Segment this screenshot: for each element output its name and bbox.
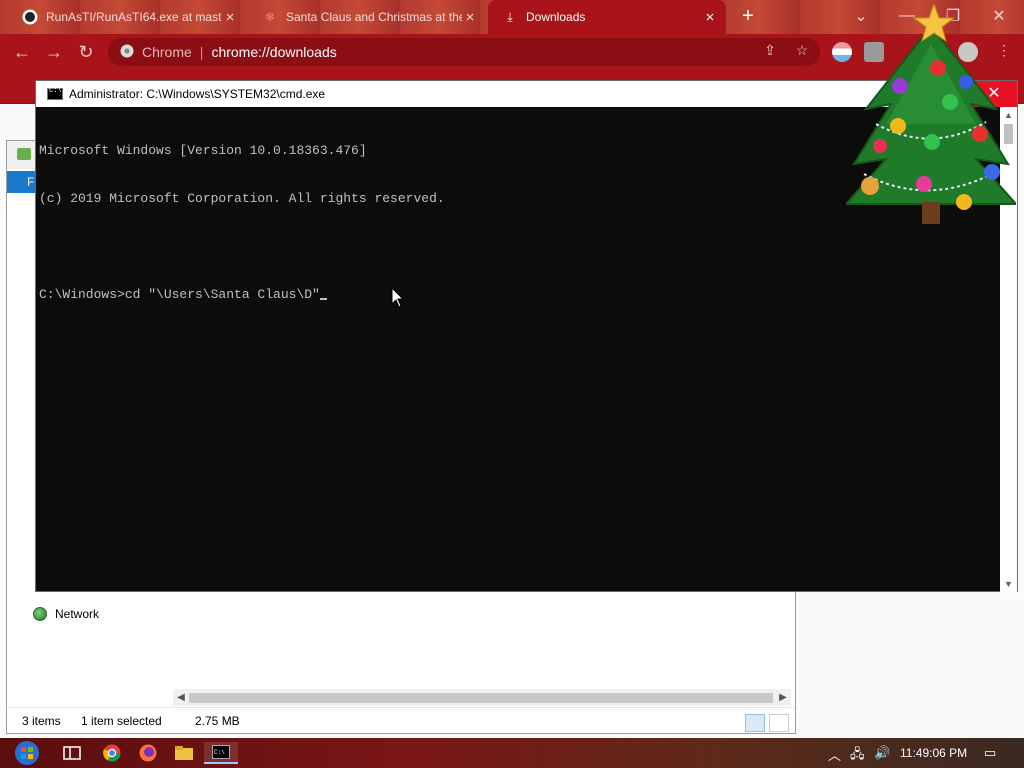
firefox-icon[interactable] xyxy=(136,742,160,764)
taskbar: C:\ ︿ 🖧 🔊 11:49:06 PM ▭ xyxy=(0,738,1024,768)
scroll-down-icon[interactable]: ▼ xyxy=(1000,576,1017,593)
horizontal-scrollbar[interactable]: ◀ ▶ xyxy=(173,689,791,706)
svg-text:C:\: C:\ xyxy=(214,749,225,756)
console-command: C:\Windows>cd "\Users\Santa Claus\D" xyxy=(39,287,320,302)
selection-count: 1 item selected xyxy=(81,714,162,728)
tab-runasti[interactable]: RunAsTI/RunAsTI64.exe at maste × xyxy=(8,0,246,34)
cmd-title: Administrator: C:\Windows\SYSTEM32\cmd.e… xyxy=(69,87,326,101)
close-tab-icon[interactable]: × xyxy=(222,9,238,26)
large-icons-view-icon[interactable] xyxy=(769,714,789,732)
tab-title: Downloads xyxy=(526,10,586,24)
github-icon xyxy=(22,9,38,25)
console-prompt-line[interactable]: C:\Windows>cd "\Users\Santa Claus\D" xyxy=(39,287,999,303)
scroll-right-icon[interactable]: ▶ xyxy=(775,689,791,706)
separator: | xyxy=(199,44,204,60)
christmas-tree-decoration xyxy=(846,4,1016,224)
new-tab-button[interactable]: + xyxy=(738,6,758,28)
forward-icon[interactable]: → xyxy=(42,40,66,64)
status-bar: 3 items 1 item selected 2.75 MB xyxy=(7,707,795,733)
system-clock[interactable]: 11:49:06 PM xyxy=(900,746,967,760)
nav-item-label: Network xyxy=(55,607,100,621)
share-icon[interactable]: ⇪ xyxy=(760,40,780,60)
reload-icon[interactable]: ↻ xyxy=(74,40,98,64)
explorer-icon xyxy=(17,148,31,160)
start-orb-icon[interactable] xyxy=(12,741,42,765)
details-view-icon[interactable] xyxy=(745,714,765,732)
file-explorer-icon[interactable] xyxy=(172,742,196,764)
network-icon xyxy=(33,607,47,621)
scroll-left-icon[interactable]: ◀ xyxy=(173,689,189,706)
selection-size: 2.75 MB xyxy=(195,714,240,728)
download-icon: ⤓ xyxy=(507,9,513,24)
cmd-icon xyxy=(47,87,63,100)
task-view-icon[interactable] xyxy=(60,742,84,764)
tab-title: Santa Claus and Christmas at the xyxy=(286,10,462,24)
back-icon[interactable]: ← xyxy=(10,40,34,64)
mouse-pointer-icon xyxy=(391,287,405,308)
text-cursor xyxy=(319,298,327,300)
chrome-icon xyxy=(120,44,134,61)
volume-icon[interactable]: 🔊 xyxy=(874,745,890,761)
bookmark-star-icon[interactable]: ☆ xyxy=(792,40,812,60)
close-tab-icon[interactable]: × xyxy=(462,9,478,26)
snowflake-icon: ❄ xyxy=(264,10,276,24)
site-label: Chrome xyxy=(142,44,192,60)
network-tray-icon[interactable]: 🖧 xyxy=(850,745,865,767)
chrome-taskbar-icon[interactable] xyxy=(100,742,124,764)
cmd-taskbar-icon[interactable]: C:\ xyxy=(204,742,238,764)
action-center-icon[interactable]: ▭ xyxy=(984,745,996,761)
url-text: chrome://downloads xyxy=(211,44,337,60)
item-count: 3 items xyxy=(22,714,61,728)
tab-title: RunAsTI/RunAsTI64.exe at maste xyxy=(46,10,222,24)
tab-downloads[interactable]: ⤓ Downloads × xyxy=(488,0,726,34)
close-tab-icon[interactable]: × xyxy=(702,9,718,26)
tab-santa[interactable]: ❄ Santa Claus and Christmas at the × xyxy=(248,0,486,34)
nav-item-network[interactable]: Network xyxy=(33,607,99,621)
address-bar[interactable]: Chrome | chrome://downloads xyxy=(108,38,820,66)
show-hidden-icons-icon[interactable]: ︿ xyxy=(828,745,841,764)
scroll-thumb[interactable] xyxy=(189,693,773,703)
